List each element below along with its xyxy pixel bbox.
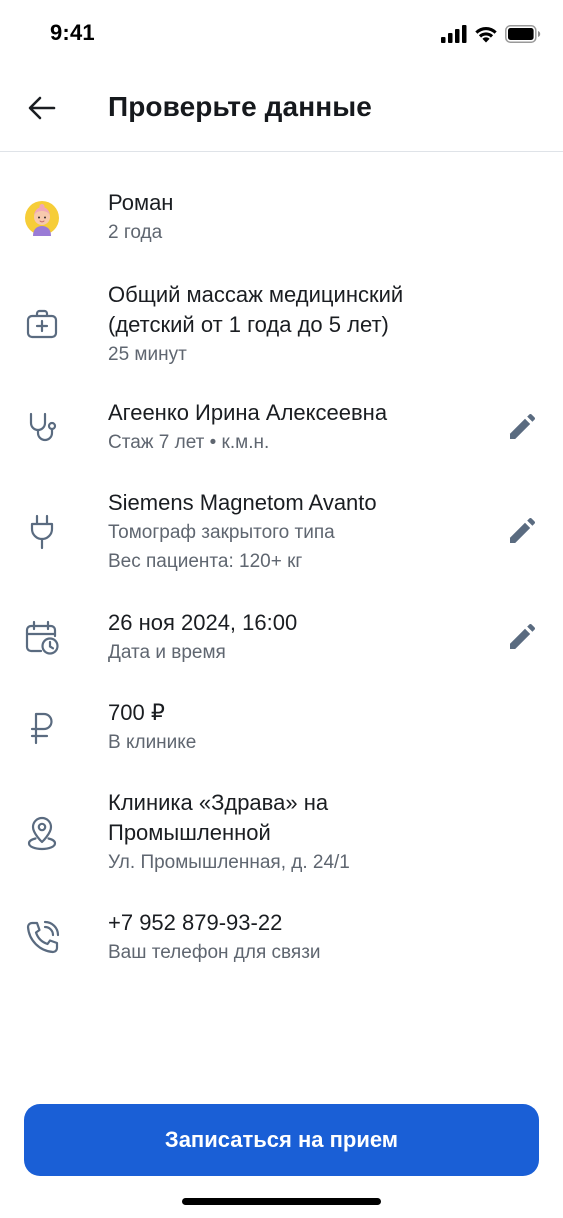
edit-doctor-button[interactable]	[501, 408, 541, 448]
price-value: 700 ₽	[108, 700, 165, 725]
child-avatar-icon	[25, 201, 59, 236]
price-icon-wrap	[22, 708, 62, 748]
pencil-icon	[510, 518, 535, 543]
datetime-info: 26 ноя 2024, 16:00 Дата и время	[108, 608, 493, 667]
clinic-name-line1: Клиника «Здрава» на	[108, 790, 329, 815]
price-label: В клинике	[108, 732, 197, 753]
service-info: Общий массаж медицинский (детский от 1 г…	[108, 280, 493, 369]
location-pin-icon	[27, 816, 57, 851]
service-duration: 25 минут	[108, 344, 187, 365]
equipment-row: Siemens Magnetom Avanto Томограф закрыто…	[0, 488, 563, 584]
doctor-row: Агеенко Ирина Алексеевна Стаж 7 лет • к.…	[0, 398, 563, 464]
clinic-address: Ул. Промышленная, д. 24/1	[108, 852, 350, 873]
plug-icon	[30, 514, 54, 550]
equipment-icon-wrap	[22, 512, 62, 552]
phone-row: +7 952 879-93-22 Ваш телефон для связи	[0, 908, 563, 974]
clinic-name-line2: Промышленной	[108, 820, 271, 845]
patient-age: 2 года	[108, 222, 163, 243]
equipment-weight: Вес пациента: 120+ кг	[108, 551, 303, 572]
patient-info: Роман 2 года	[108, 188, 493, 247]
phone-info: +7 952 879-93-22 Ваш телефон для связи	[108, 908, 493, 967]
patient-name: Роман	[108, 190, 174, 215]
calendar-clock-icon	[25, 620, 59, 655]
header: Проверьте данные	[0, 66, 563, 152]
datetime-icon-wrap	[22, 618, 62, 658]
phone-label: Ваш телефон для связи	[108, 942, 321, 963]
price-row: 700 ₽ В клинике	[0, 698, 563, 764]
service-name-line2: (детский от 1 года до 5 лет)	[108, 312, 389, 337]
equipment-name: Siemens Magnetom Avanto	[108, 490, 377, 515]
datetime-row: 26 ноя 2024, 16:00 Дата и время	[0, 608, 563, 674]
clinic-icon-wrap	[22, 814, 62, 854]
stethoscope-icon	[29, 412, 57, 442]
phone-value: +7 952 879-93-22	[108, 910, 283, 935]
equipment-type: Томограф закрытого типа	[108, 522, 335, 543]
pencil-icon	[510, 414, 535, 439]
status-bar: 9:41	[0, 0, 563, 66]
screen: 9:41 Проверьте данные Роман 2 года Общий…	[0, 0, 563, 1218]
page-title: Проверьте данные	[108, 91, 372, 122]
phone-icon	[26, 920, 60, 954]
service-icon-wrap	[22, 304, 62, 344]
patient-row: Роман 2 года	[0, 186, 563, 256]
edit-equipment-button[interactable]	[501, 512, 541, 552]
book-appointment-button[interactable]: Записаться на прием	[24, 1104, 539, 1176]
status-time: 9:41	[50, 20, 95, 45]
service-row: Общий массаж медицинский (детский от 1 г…	[0, 278, 563, 374]
medical-kit-icon	[26, 309, 58, 339]
clinic-info: Клиника «Здрава» на Промышленной Ул. Про…	[108, 788, 493, 877]
datetime-label: Дата и время	[108, 642, 226, 663]
wifi-icon	[475, 27, 497, 43]
edit-datetime-button[interactable]	[501, 618, 541, 658]
equipment-info: Siemens Magnetom Avanto Томограф закрыто…	[108, 488, 493, 576]
status-icons	[441, 24, 541, 44]
home-indicator	[182, 1198, 381, 1205]
service-name-line1: Общий массаж медицинский	[108, 282, 404, 307]
doctor-details: Стаж 7 лет • к.м.н.	[108, 432, 270, 453]
phone-icon-wrap	[22, 918, 62, 958]
arrow-left-icon	[28, 96, 56, 120]
clinic-row: Клиника «Здрава» на Промышленной Ул. Про…	[0, 788, 563, 884]
book-appointment-label: Записаться на прием	[164, 1127, 399, 1152]
doctor-info: Агеенко Ирина Алексеевна Стаж 7 лет • к.…	[108, 398, 493, 457]
ruble-icon	[30, 712, 53, 745]
signal-icon	[441, 25, 467, 43]
pencil-icon	[510, 624, 535, 649]
avatar	[22, 198, 62, 238]
datetime-value: 26 ноя 2024, 16:00	[108, 610, 298, 635]
price-info: 700 ₽ В клинике	[108, 698, 493, 757]
battery-icon	[505, 25, 541, 43]
back-button[interactable]	[20, 86, 64, 130]
doctor-icon-wrap	[22, 408, 62, 448]
doctor-name: Агеенко Ирина Алексеевна	[108, 400, 388, 425]
